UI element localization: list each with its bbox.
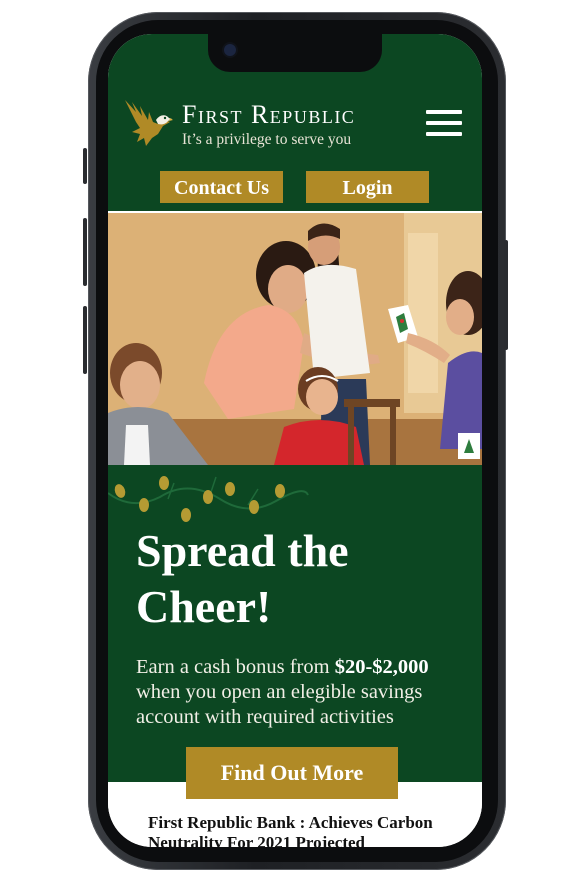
promo-section: Spread the Cheer! Earn a cash bonus from… <box>108 465 482 799</box>
promo-body-prefix: Earn a cash bonus from <box>136 656 335 678</box>
eagle-icon[interactable] <box>122 94 174 148</box>
power-button <box>504 240 508 350</box>
bonus-range: $20-$2,000 <box>334 656 429 678</box>
news-headline-link[interactable]: First Republic Bank : Achieves Carbon Ne… <box>148 813 458 847</box>
brand-name: First Republic <box>182 100 356 129</box>
mute-switch <box>83 148 87 184</box>
phone-screen: First Republic It’s a privilege to serve… <box>108 34 482 847</box>
volume-up-button <box>83 218 87 286</box>
hero-photo <box>108 213 482 465</box>
brand-tagline: It’s a privilege to serve you <box>182 131 352 148</box>
promo-title: Spread the Cheer! <box>136 525 349 632</box>
login-button[interactable]: Login <box>306 171 429 203</box>
promo-body-suffix: when you open an elegible savings accoun… <box>136 681 423 728</box>
volume-down-button <box>83 306 87 374</box>
find-out-more-button[interactable]: Find Out More <box>186 747 398 799</box>
front-camera <box>224 44 236 56</box>
promo-body: Earn a cash bonus from $20-$2,000 when y… <box>136 655 456 730</box>
contact-us-button[interactable]: Contact Us <box>160 171 283 203</box>
hamburger-menu-icon[interactable] <box>426 110 464 138</box>
